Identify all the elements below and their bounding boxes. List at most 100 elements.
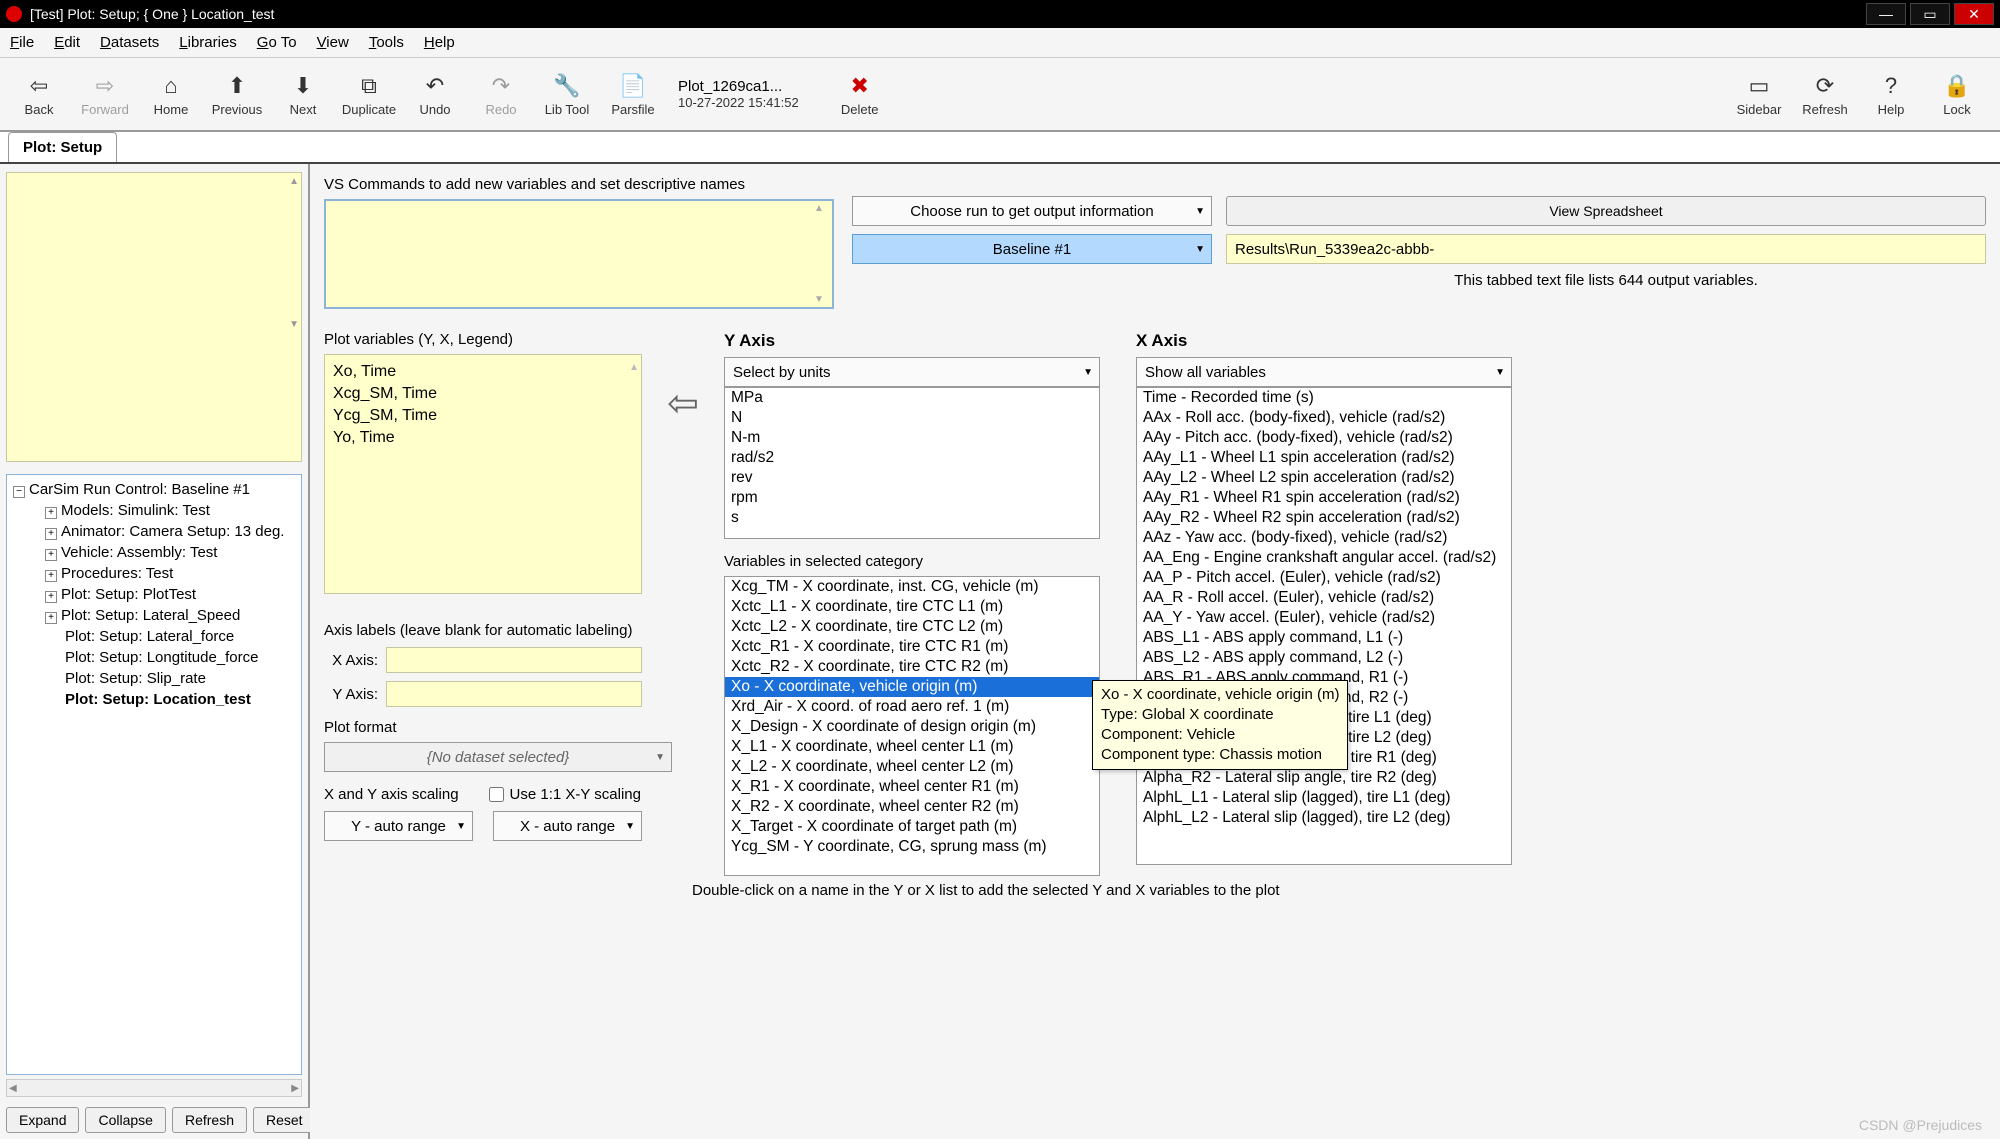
parsfile-button[interactable]: 📄Parsfile xyxy=(602,63,664,125)
duplicate-button[interactable]: ⧉Duplicate xyxy=(338,63,400,125)
tree-item[interactable]: +Plot: Setup: Lateral_Speed xyxy=(25,605,299,626)
list-item[interactable]: Xctc_L1 - X coordinate, tire CTC L1 (m) xyxy=(725,597,1099,617)
collapse-button[interactable]: Collapse xyxy=(85,1107,165,1133)
y-units-combo[interactable]: Select by units▼ xyxy=(724,357,1100,387)
list-item[interactable]: ABS_L2 - ABS apply command, L2 (-) xyxy=(1137,648,1511,668)
plot-format-combo[interactable]: {No dataset selected}▼ xyxy=(324,742,672,772)
delete-button[interactable]: ✖Delete xyxy=(829,63,891,125)
refresh-button[interactable]: ⟳Refresh xyxy=(1794,63,1856,125)
list-item[interactable]: MPa xyxy=(725,388,1099,408)
xaxis-input[interactable] xyxy=(386,647,642,673)
expand-button[interactable]: Expand xyxy=(6,1107,79,1133)
home-button[interactable]: ⌂Home xyxy=(140,63,202,125)
menu-help[interactable]: Help xyxy=(424,34,455,51)
tree-item[interactable]: +Procedures: Test xyxy=(25,563,299,584)
list-item[interactable]: AlphL_L2 - Lateral slip (lagged), tire L… xyxy=(1137,808,1511,828)
list-item[interactable]: AAy_R1 - Wheel R1 spin acceleration (rad… xyxy=(1137,488,1511,508)
run-select-combo[interactable]: Choose run to get output information▼ xyxy=(852,196,1212,226)
x-filter-combo[interactable]: Show all variables▼ xyxy=(1136,357,1512,387)
list-item[interactable]: Xctc_L2 - X coordinate, tire CTC L2 (m) xyxy=(725,617,1099,637)
expand-icon[interactable]: + xyxy=(45,570,57,582)
expand-icon[interactable]: + xyxy=(45,612,57,624)
list-item[interactable]: AA_P - Pitch accel. (Euler), vehicle (ra… xyxy=(1137,568,1511,588)
list-item[interactable]: Yo, Time xyxy=(333,427,633,449)
list-item[interactable]: rpm xyxy=(725,488,1099,508)
help-button[interactable]: ?Help xyxy=(1860,63,1922,125)
list-item[interactable]: AAx - Roll acc. (body-fixed), vehicle (r… xyxy=(1137,408,1511,428)
list-item[interactable]: AAy - Pitch acc. (body-fixed), vehicle (… xyxy=(1137,428,1511,448)
baseline-combo[interactable]: Baseline #1▼ xyxy=(852,234,1212,264)
list-item[interactable]: AlphL_L1 - Lateral slip (lagged), tire L… xyxy=(1137,788,1511,808)
back-button[interactable]: ⇦Back xyxy=(8,63,70,125)
sidebar-button[interactable]: ▭Sidebar xyxy=(1728,63,1790,125)
lock-button[interactable]: 🔒Lock xyxy=(1926,63,1988,125)
expand-icon[interactable]: + xyxy=(45,528,57,540)
forward-button[interactable]: ⇨Forward xyxy=(74,63,136,125)
list-item[interactable]: Alpha_R2 - Lateral slip angle, tire R2 (… xyxy=(1137,768,1511,788)
list-item[interactable]: Xcg_SM, Time xyxy=(333,383,633,405)
close-button[interactable]: ✕ xyxy=(1954,3,1994,25)
list-item[interactable]: N xyxy=(725,408,1099,428)
undo-button[interactable]: ↶Undo xyxy=(404,63,466,125)
list-item[interactable]: AAz - Yaw acc. (body-fixed), vehicle (ra… xyxy=(1137,528,1511,548)
plot-vars-list[interactable]: Xo, Time Xcg_SM, Time Ycg_SM, Time Yo, T… xyxy=(324,354,642,594)
list-item[interactable]: AA_Eng - Engine crankshaft angular accel… xyxy=(1137,548,1511,568)
menu-datasets[interactable]: Datasets xyxy=(100,34,159,51)
collapse-icon[interactable]: − xyxy=(13,486,25,498)
previous-button[interactable]: ⬆Previous xyxy=(206,63,268,125)
menu-goto[interactable]: Go To xyxy=(257,34,297,51)
tree-item[interactable]: +Models: Simulink: Test xyxy=(25,500,299,521)
expand-icon[interactable]: + xyxy=(45,507,57,519)
results-path-field[interactable]: Results\Run_5339ea2c-abbb- xyxy=(1226,234,1986,264)
list-item[interactable]: Ycg_SM, Time xyxy=(333,405,633,427)
tab-plot-setup[interactable]: Plot: Setup xyxy=(8,132,117,162)
list-item[interactable]: AAy_R2 - Wheel R2 spin acceleration (rad… xyxy=(1137,508,1511,528)
list-item[interactable]: Time - Recorded time (s) xyxy=(1137,388,1511,408)
list-item[interactable]: N-m xyxy=(725,428,1099,448)
expand-icon[interactable]: + xyxy=(45,549,57,561)
list-item[interactable]: Xo - X coordinate, vehicle origin (m) xyxy=(725,677,1099,697)
tree-item[interactable]: Plot: Setup: Slip_rate xyxy=(25,668,299,689)
minimize-button[interactable]: — xyxy=(1866,3,1906,25)
maximize-button[interactable]: ▭ xyxy=(1910,3,1950,25)
list-item[interactable]: X_L2 - X coordinate, wheel center L2 (m) xyxy=(725,757,1099,777)
list-item[interactable]: X_Target - X coordinate of target path (… xyxy=(725,817,1099,837)
list-item[interactable]: X_Design - X coordinate of design origin… xyxy=(725,717,1099,737)
list-item[interactable]: Ycg_SM - Y coordinate, CG, sprung mass (… xyxy=(725,837,1099,857)
list-item[interactable]: Xctc_R1 - X coordinate, tire CTC R1 (m) xyxy=(725,637,1099,657)
menu-tools[interactable]: Tools xyxy=(369,34,404,51)
reset-button[interactable]: Reset xyxy=(253,1107,316,1133)
list-item[interactable]: AAy_L2 - Wheel L2 spin acceleration (rad… xyxy=(1137,468,1511,488)
tree-item[interactable]: +Vehicle: Assembly: Test xyxy=(25,542,299,563)
expand-icon[interactable]: + xyxy=(45,591,57,603)
list-item[interactable]: rad/s2 xyxy=(725,448,1099,468)
add-arrow[interactable]: ⇦ xyxy=(660,331,706,426)
list-item[interactable]: Xcg_TM - X coordinate, inst. CG, vehicle… xyxy=(725,577,1099,597)
menu-view[interactable]: View xyxy=(317,34,349,51)
list-item[interactable]: s xyxy=(725,508,1099,528)
menu-file[interactable]: File xyxy=(10,34,34,51)
y-vars-list[interactable]: Xcg_TM - X coordinate, inst. CG, vehicle… xyxy=(724,576,1100,876)
next-button[interactable]: ⬇Next xyxy=(272,63,334,125)
tree-view[interactable]: −CarSim Run Control: Baseline #1 +Models… xyxy=(6,474,302,1075)
x-scale-combo[interactable]: X - auto range▼ xyxy=(493,811,642,841)
list-item[interactable]: AA_R - Roll accel. (Euler), vehicle (rad… xyxy=(1137,588,1511,608)
x-vars-list[interactable]: Time - Recorded time (s)AAx - Roll acc. … xyxy=(1136,387,1512,865)
tree-item[interactable]: Plot: Setup: Lateral_force xyxy=(25,626,299,647)
y-scale-combo[interactable]: Y - auto range▼ xyxy=(324,811,473,841)
tree-hscroll[interactable]: ◀▶ xyxy=(6,1079,302,1097)
list-item[interactable]: X_R1 - X coordinate, wheel center R1 (m) xyxy=(725,777,1099,797)
list-item[interactable]: Xrd_Air - X coord. of road aero ref. 1 (… xyxy=(725,697,1099,717)
redo-button[interactable]: ↷Redo xyxy=(470,63,532,125)
libtool-button[interactable]: 🔧Lib Tool xyxy=(536,63,598,125)
tree-root[interactable]: −CarSim Run Control: Baseline #1 xyxy=(9,479,299,500)
vs-commands-input[interactable]: ▲▼ xyxy=(324,199,834,309)
list-item[interactable]: Xctc_R2 - X coordinate, tire CTC R2 (m) xyxy=(725,657,1099,677)
list-item[interactable]: AA_Y - Yaw accel. (Euler), vehicle (rad/… xyxy=(1137,608,1511,628)
tree-item[interactable]: +Plot: Setup: PlotTest xyxy=(25,584,299,605)
tree-item[interactable]: Plot: Setup: Longtitude_force xyxy=(25,647,299,668)
tree-item-selected[interactable]: Plot: Setup: Location_test xyxy=(25,689,299,710)
list-item[interactable]: X_R2 - X coordinate, wheel center R2 (m) xyxy=(725,797,1099,817)
tree-refresh-button[interactable]: Refresh xyxy=(172,1107,247,1133)
menu-libraries[interactable]: Libraries xyxy=(179,34,237,51)
